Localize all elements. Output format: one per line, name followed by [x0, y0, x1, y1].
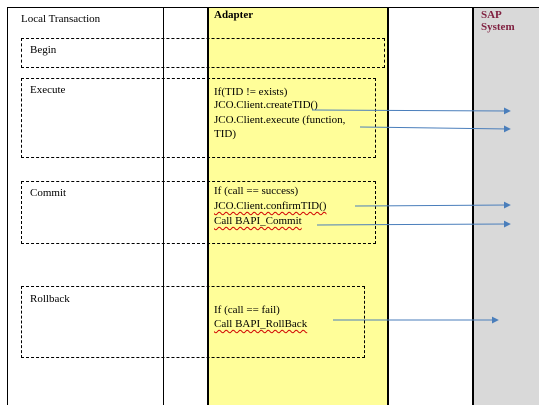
rollback-code-line-2: Call BAPI_RollBack [214, 318, 308, 330]
phase-box-begin [21, 38, 385, 68]
execute-code-line-1: If(TID != exists) [214, 86, 288, 98]
commit-code-line-3: Call BAPI_Commit [214, 215, 302, 227]
commit-code-line-2: JCO.Client.confirmTID() [214, 200, 327, 212]
phase-box-commit [21, 181, 376, 244]
outer-left-border [7, 7, 8, 405]
rollback-code-line-1: If (call == fail) [214, 304, 280, 316]
outer-top-border [7, 7, 539, 8]
phase-label-begin: Begin [30, 44, 57, 56]
phase-label-commit: Commit [30, 187, 67, 199]
execute-code-line-2: JCO.Client.createTID() [214, 99, 318, 111]
execute-code-line-4: TID) [214, 128, 236, 140]
sap-system-lane [472, 7, 539, 405]
phase-label-execute: Execute [30, 84, 66, 96]
commit-code-line-1: If (call == success) [214, 185, 299, 197]
transaction-diagram: Local Transaction Adapter SAP System Beg… [0, 0, 539, 405]
lane-title-sap-system: SAP System [481, 9, 515, 33]
lane-title-adapter: Adapter [214, 9, 254, 21]
execute-code-line-3: JCO.Client.execute (function, [214, 114, 346, 126]
phase-label-rollback: Rollback [30, 293, 70, 305]
phase-box-rollback [21, 286, 365, 358]
lane-title-local-transaction: Local Transaction [21, 13, 101, 25]
